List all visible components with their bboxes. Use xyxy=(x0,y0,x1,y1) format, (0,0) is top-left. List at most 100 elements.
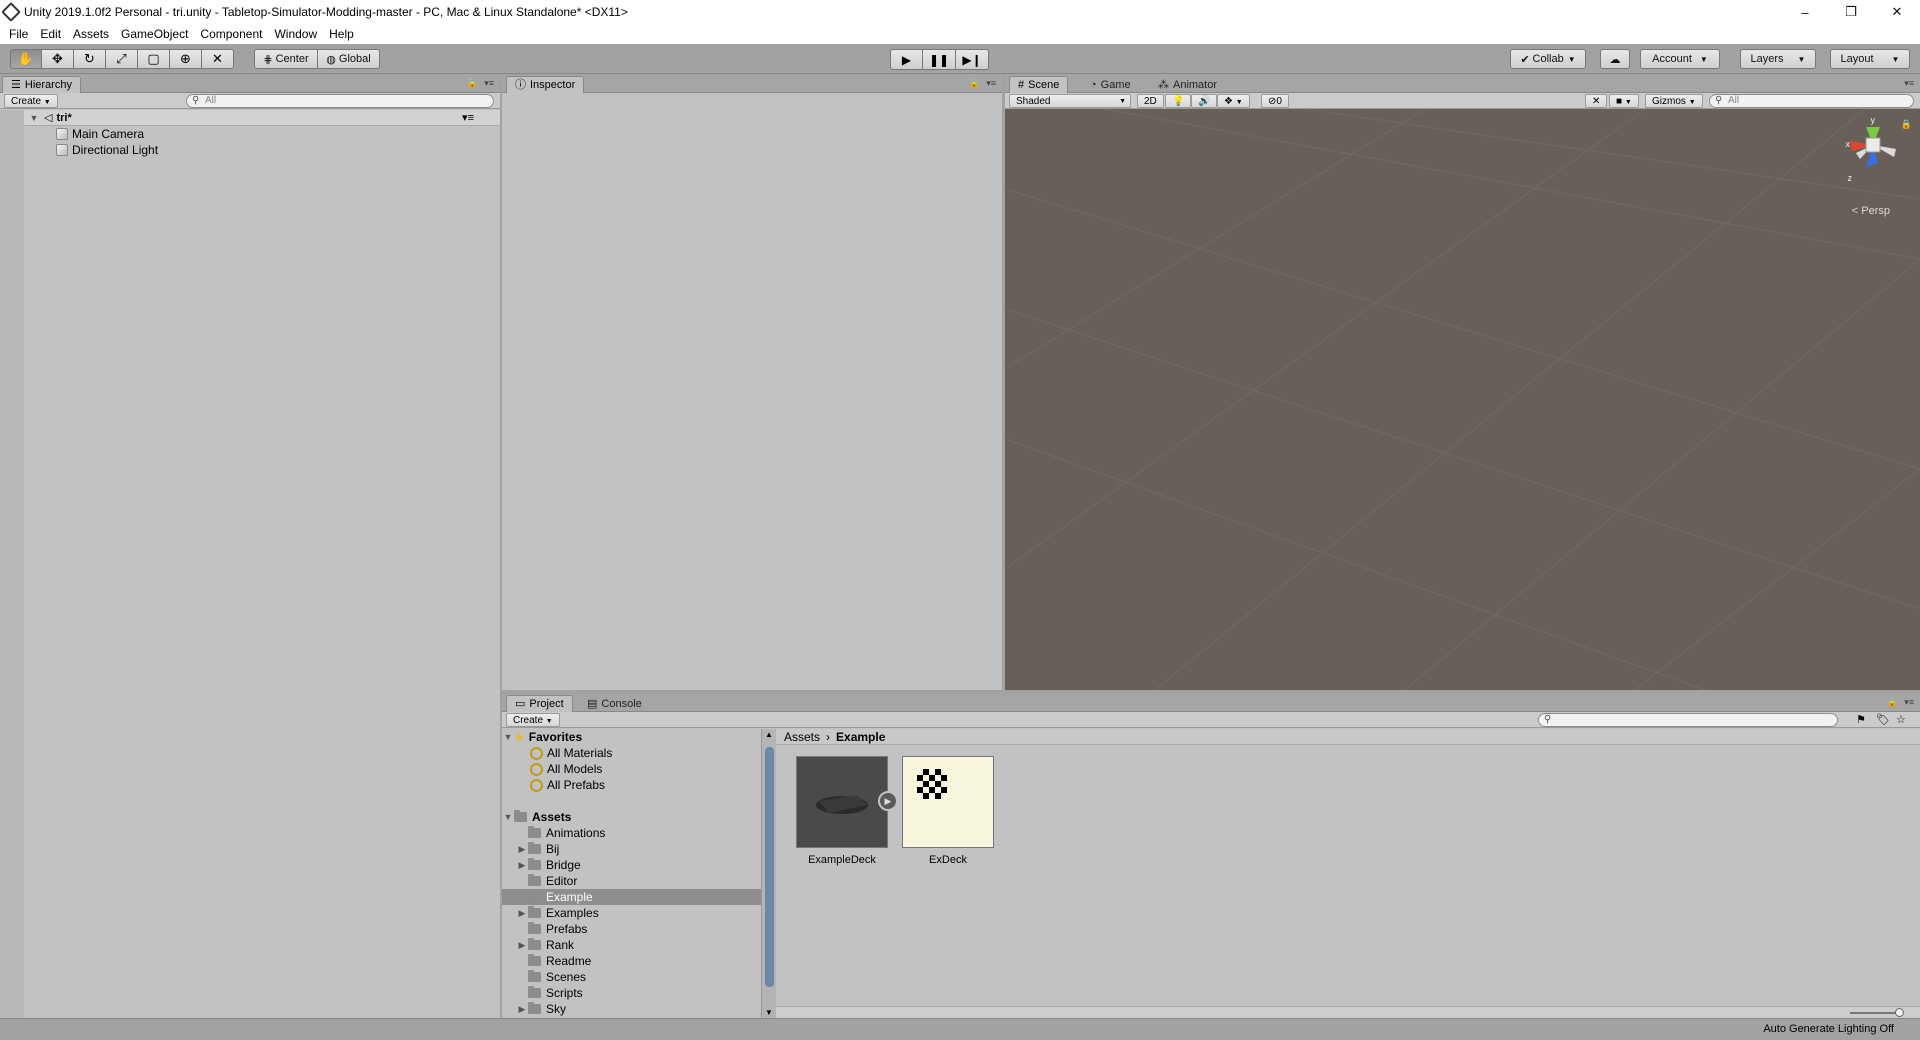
close-button[interactable]: ✕ xyxy=(1874,0,1920,24)
layers-dropdown[interactable]: Layers ▼ xyxy=(1740,49,1816,69)
folder-item[interactable]: Editor xyxy=(502,873,761,889)
assets-header[interactable]: ▼ Assets xyxy=(502,809,761,825)
rotate-tool-button[interactable]: ↻ xyxy=(74,49,106,69)
move-tool-button[interactable]: ✥ xyxy=(42,49,74,69)
folder-item[interactable]: Animations xyxy=(502,825,761,841)
expand-arrow-icon[interactable]: ▼ xyxy=(28,113,40,123)
lighting-toggle[interactable]: 💡 xyxy=(1165,94,1192,108)
lock-icon[interactable]: 🔒 xyxy=(467,78,478,89)
expand-arrow-icon[interactable]: ▶ xyxy=(516,860,528,871)
toggle-2d-button[interactable]: 2D xyxy=(1137,94,1164,108)
menu-assets[interactable]: Assets xyxy=(67,24,115,44)
folder-item-selected[interactable]: Example xyxy=(502,889,761,905)
camera-dropdown[interactable]: ■ ▼ xyxy=(1609,94,1639,108)
folder-item[interactable]: ▶ Rank xyxy=(502,937,761,953)
favorite-item[interactable]: All Materials xyxy=(502,745,761,761)
space-toggle-button[interactable]: ◍ Global xyxy=(318,49,380,69)
custom-tool-button[interactable]: ✕ xyxy=(202,49,234,69)
menu-edit[interactable]: Edit xyxy=(34,24,67,44)
folder-item[interactable]: Scenes xyxy=(502,969,761,985)
lock-icon[interactable]: 🔒 xyxy=(969,78,980,89)
scale-tool-button[interactable]: ⤢ xyxy=(106,49,138,69)
lock-icon[interactable]: 🔒 xyxy=(1887,697,1898,708)
hierarchy-search-input[interactable]: ⚲ All xyxy=(186,94,494,108)
asset-tile[interactable]: ▶ ExampleDeck xyxy=(796,756,898,866)
tab-game[interactable]: ◔ Game xyxy=(1081,76,1140,93)
tab-project[interactable]: ▭ Project xyxy=(506,695,573,712)
expand-prefab-icon[interactable]: ▶ xyxy=(878,791,898,811)
audio-toggle[interactable]: 🔊 xyxy=(1191,94,1218,108)
layout-dropdown[interactable]: Layout ▼ xyxy=(1830,49,1910,69)
rect-tool-button[interactable]: ▢ xyxy=(138,49,170,69)
folder-item[interactable]: Prefabs xyxy=(502,921,761,937)
gizmos-dropdown[interactable]: Gizmos ▼ xyxy=(1645,94,1703,108)
folder-item[interactable]: Scripts xyxy=(502,985,761,1001)
scene-menu-icon[interactable]: ▾≡ xyxy=(462,111,474,124)
scene-header-row[interactable]: ▼ ◁ tri* ▾≡ xyxy=(24,110,500,126)
scroll-down-icon[interactable]: ▼ xyxy=(765,1008,773,1017)
restore-button[interactable]: ❐ xyxy=(1828,0,1874,24)
scrollbar-thumb[interactable] xyxy=(765,747,774,987)
hand-tool-button[interactable]: ✋ xyxy=(10,49,42,69)
expand-arrow-icon[interactable]: ▶ xyxy=(516,908,528,919)
pivot-toggle-button[interactable]: ⋕ Center xyxy=(254,49,318,69)
slider-handle[interactable] xyxy=(1895,1008,1904,1017)
hierarchy-create-button[interactable]: Create ▼ xyxy=(4,94,58,108)
breadcrumb-example[interactable]: Example xyxy=(836,730,885,744)
minimize-button[interactable]: – xyxy=(1782,0,1828,24)
pause-button[interactable]: ❚❚ xyxy=(923,49,956,70)
projection-label[interactable]: < Persp xyxy=(1852,205,1890,217)
scene-search-input[interactable]: ⚲ All xyxy=(1709,94,1914,108)
filter-by-type-icon[interactable]: ⚑ xyxy=(1856,713,1866,726)
cloud-button[interactable]: ☁ xyxy=(1600,49,1630,69)
panel-menu-icon[interactable]: ▾≡ xyxy=(986,78,996,89)
hidden-objects-toggle[interactable]: ⊘0 xyxy=(1261,94,1289,108)
folder-item[interactable]: ▶ Examples xyxy=(502,905,761,921)
hierarchy-item[interactable]: Main Camera xyxy=(56,126,144,142)
expand-arrow-icon[interactable]: ▶ xyxy=(516,940,528,951)
transform-tool-button[interactable]: ⊕ xyxy=(170,49,202,69)
menu-gameobject[interactable]: GameObject xyxy=(115,24,194,44)
asset-tile[interactable]: ExDeck xyxy=(902,756,994,866)
hierarchy-item[interactable]: Directional Light xyxy=(56,142,158,158)
play-button[interactable]: ▶ xyxy=(890,49,923,70)
breadcrumb-assets[interactable]: Assets xyxy=(784,730,820,744)
scene-viewport[interactable]: y x z 🔒 < Persp xyxy=(1005,109,1920,690)
folder-item[interactable]: ▶ Bridge xyxy=(502,857,761,873)
menu-help[interactable]: Help xyxy=(323,24,360,44)
collab-button[interactable]: ✔ Collab ▼ xyxy=(1510,49,1586,69)
folder-scrollbar[interactable]: ▲ ▼ xyxy=(762,729,776,1018)
favorite-star-icon[interactable]: ☆ xyxy=(1896,713,1906,726)
panel-menu-icon[interactable]: ▾≡ xyxy=(1904,78,1914,89)
panel-menu-icon[interactable]: ▾≡ xyxy=(484,78,494,89)
project-search-input[interactable]: ⚲ xyxy=(1538,713,1838,727)
folder-item[interactable]: ▶ Sky xyxy=(502,1001,761,1017)
project-create-button[interactable]: Create ▼ xyxy=(506,713,560,727)
folder-item[interactable]: Readme xyxy=(502,953,761,969)
tab-inspector[interactable]: ⓘ Inspector xyxy=(506,76,585,93)
menu-component[interactable]: Component xyxy=(194,24,268,44)
scroll-up-icon[interactable]: ▲ xyxy=(765,730,773,739)
favorite-item[interactable]: All Prefabs xyxy=(502,777,761,793)
expand-arrow-icon[interactable]: ▼ xyxy=(502,812,514,822)
filter-by-label-icon[interactable]: 🏷 xyxy=(1876,713,1890,726)
account-button[interactable]: Account ▼ xyxy=(1640,49,1720,69)
tab-hierarchy[interactable]: ☰ Hierarchy xyxy=(2,76,81,93)
tools-button[interactable]: ✕ xyxy=(1585,94,1608,108)
expand-arrow-icon[interactable]: ▼ xyxy=(502,732,514,742)
tab-animator[interactable]: ⁂ Animator xyxy=(1149,76,1226,93)
favorite-item[interactable]: All Models xyxy=(502,761,761,777)
tab-console[interactable]: ▤ Console xyxy=(578,695,651,712)
effects-dropdown[interactable]: ❖ ▼ xyxy=(1217,94,1250,108)
expand-arrow-icon[interactable]: ▶ xyxy=(516,1004,528,1015)
orientation-gizmo[interactable] xyxy=(1838,115,1908,215)
menu-file[interactable]: File xyxy=(3,24,34,44)
menu-window[interactable]: Window xyxy=(268,24,323,44)
shading-dropdown[interactable]: Shaded ▼ xyxy=(1009,94,1131,108)
folder-item[interactable]: ▶ Bij xyxy=(502,841,761,857)
step-button[interactable]: ▶❙ xyxy=(956,49,989,70)
favorites-header[interactable]: ▼ ★ Favorites xyxy=(502,729,761,745)
expand-arrow-icon[interactable]: ▶ xyxy=(516,844,528,855)
lock-icon[interactable]: 🔒 xyxy=(1901,119,1912,130)
thumbnail-size-slider[interactable] xyxy=(1850,1008,1904,1017)
